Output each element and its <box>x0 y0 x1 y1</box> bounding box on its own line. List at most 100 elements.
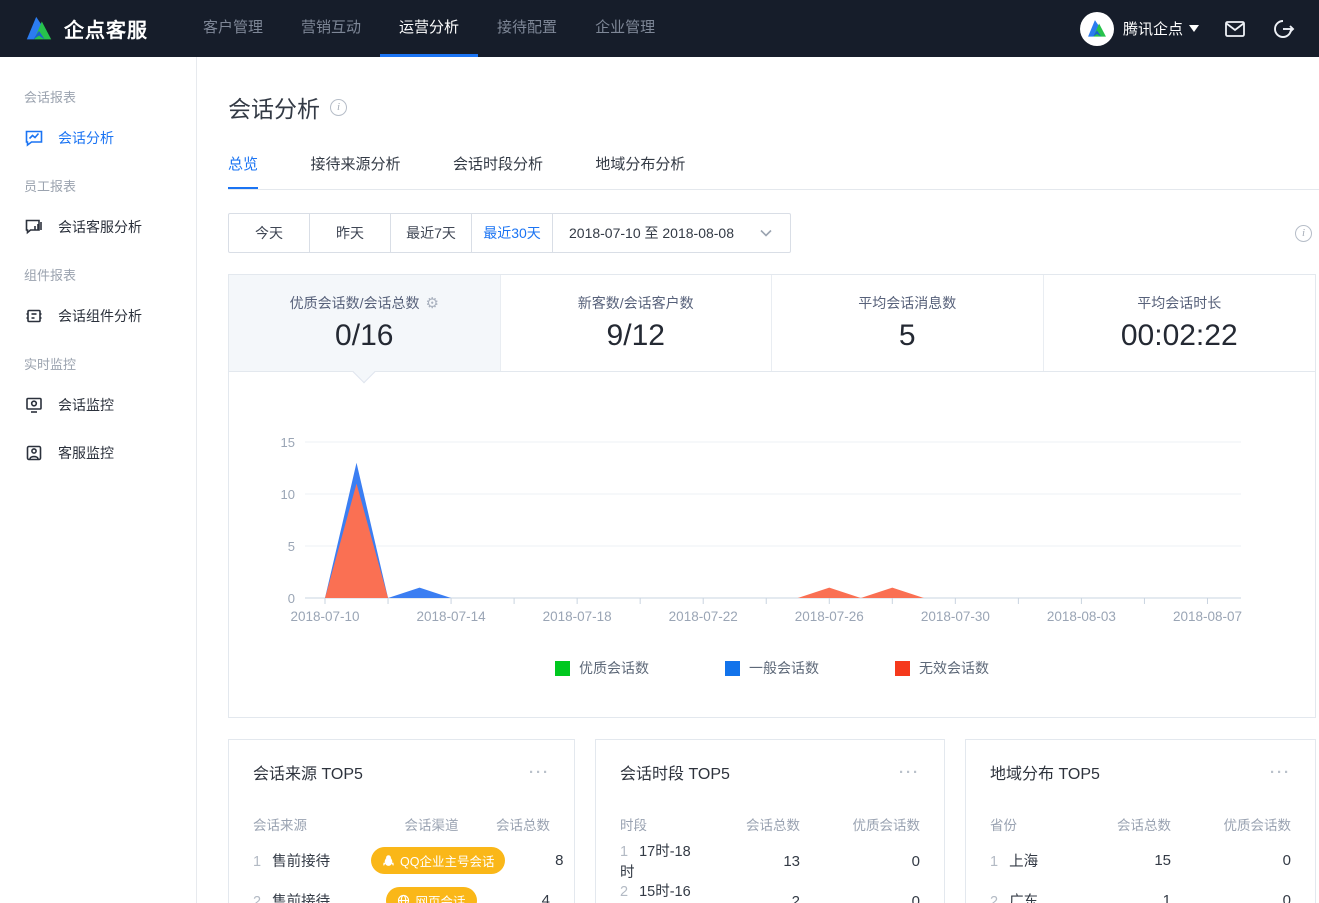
column-header: 会话总数 <box>1063 814 1171 834</box>
sidebar-section-realtime-monitor: 实时监控 <box>24 354 196 373</box>
period: 15时-16时 <box>620 884 691 903</box>
account-name: 腾讯企点 <box>1123 18 1183 39</box>
stat-card-avg-messages[interactable]: 平均会话消息数 5 <box>772 275 1044 371</box>
chevron-down-icon <box>760 229 772 237</box>
sidebar-item-label: 会话组件分析 <box>58 306 142 326</box>
svg-text:2018-07-22: 2018-07-22 <box>669 609 738 624</box>
nav-item-marketing[interactable]: 营销互动 <box>282 0 380 57</box>
legend-label: 优质会话数 <box>579 658 649 678</box>
table-row: 215时-16时 2 0 <box>620 880 920 903</box>
nav-item-reception[interactable]: 接待配置 <box>478 0 576 57</box>
rank: 1 <box>620 844 628 860</box>
rank: 2 <box>620 884 628 900</box>
stat-label: 平均会话时长 <box>1137 293 1221 313</box>
quality-total: 0 <box>1171 852 1291 869</box>
session-total: 4 <box>492 892 550 903</box>
avatar <box>1080 12 1114 46</box>
agent-card-icon <box>24 443 44 463</box>
legend-item[interactable]: 一般会话数 <box>725 658 819 678</box>
stat-value: 5 <box>772 319 1043 353</box>
source-name: 售前接待 <box>272 894 330 903</box>
sidebar-section-session-reports: 会话报表 <box>24 87 196 106</box>
chat-bars-icon <box>24 217 44 237</box>
tab-region-distribution[interactable]: 地域分布分析 <box>595 153 685 189</box>
sidebar-item-label: 会话客服分析 <box>58 217 142 237</box>
tab-overview[interactable]: 总览 <box>228 153 258 189</box>
svg-text:2018-08-03: 2018-08-03 <box>1047 609 1116 624</box>
stat-value: 0/16 <box>229 319 500 353</box>
more-icon[interactable]: ··· <box>899 764 920 781</box>
gear-icon[interactable]: ⚙ <box>425 294 438 312</box>
session-total: 8 <box>505 852 563 869</box>
channel-badge: 网页会话 <box>386 887 476 903</box>
session-trend-chart: 0510152018-07-102018-07-142018-07-182018… <box>229 385 1315 633</box>
nav-item-enterprise[interactable]: 企业管理 <box>576 0 674 57</box>
stat-card-avg-duration[interactable]: 平均会话时长 00:02:22 <box>1044 275 1316 371</box>
legend-item[interactable]: 优质会话数 <box>555 658 649 678</box>
date-range-picker[interactable]: 2018-07-10 至 2018-08-08 <box>553 214 790 252</box>
preset-yesterday[interactable]: 昨天 <box>310 214 391 252</box>
tab-reception-source[interactable]: 接待来源分析 <box>310 153 400 189</box>
sidebar-section-component-reports: 组件报表 <box>24 265 196 284</box>
chart-legend: 优质会话数 一般会话数 无效会话数 <box>229 658 1315 678</box>
session-total: 1 <box>1063 892 1171 903</box>
sidebar-item-component-analysis[interactable]: 会话组件分析 <box>24 292 196 340</box>
stat-card-quality-sessions[interactable]: 优质会话数/会话总数 ⚙ 0/16 <box>229 275 501 371</box>
top5-cards: 会话来源 TOP5 ··· 会话来源 会话渠道 会话总数 1售前接待 <box>228 739 1316 903</box>
quality-total: 0 <box>800 893 920 903</box>
column-header: 会话渠道 <box>371 814 492 834</box>
primary-nav: 客户管理 营销互动 运营分析 接待配置 企业管理 <box>184 0 674 57</box>
svg-text:0: 0 <box>288 591 295 606</box>
legend-swatch <box>555 661 570 676</box>
stat-label: 新客数/会话客户数 <box>578 293 694 313</box>
globe-icon <box>397 894 410 903</box>
quality-total: 0 <box>1171 892 1291 903</box>
legend-item[interactable]: 无效会话数 <box>895 658 989 678</box>
more-icon[interactable]: ··· <box>529 764 550 781</box>
legend-label: 无效会话数 <box>919 658 989 678</box>
stat-card-new-customers[interactable]: 新客数/会话客户数 9/12 <box>501 275 773 371</box>
stat-value: 00:02:22 <box>1044 319 1316 353</box>
column-header: 优质会话数 <box>800 814 920 834</box>
sidebar-item-agent-monitor[interactable]: 客服监控 <box>24 429 196 477</box>
rank: 1 <box>253 854 261 870</box>
more-icon[interactable]: ··· <box>1270 764 1291 781</box>
table-row: 2广东 1 0 <box>990 880 1291 903</box>
nav-item-analytics[interactable]: 运营分析 <box>380 0 478 57</box>
sidebar: 会话报表 会话分析 员工报表 会话客服分析 组件报表 <box>0 57 197 903</box>
svg-text:2018-08-07: 2018-08-07 <box>1173 609 1242 624</box>
filter-info-icon[interactable]: i <box>1295 225 1312 242</box>
trend-panel: 优质会话数/会话总数 ⚙ 0/16 新客数/会话客户数 9/12 平均会话消息数… <box>228 274 1316 718</box>
sidebar-item-label: 会话分析 <box>58 128 114 148</box>
legend-swatch <box>725 661 740 676</box>
date-range-value: 2018-07-10 至 2018-08-08 <box>569 223 734 243</box>
app-logo[interactable]: 企点客服 <box>24 14 148 44</box>
svg-text:2018-07-14: 2018-07-14 <box>417 609 487 624</box>
card-title: 会话时段 TOP5 <box>620 760 730 784</box>
card-region-top5: 地域分布 TOP5 ··· 省份 会话总数 优质会话数 1上海 15 0 <box>965 739 1316 903</box>
nav-item-customer[interactable]: 客户管理 <box>184 0 282 57</box>
mail-icon[interactable] <box>1223 17 1247 41</box>
tab-session-period[interactable]: 会话时段分析 <box>453 153 543 189</box>
column-header: 省份 <box>990 814 1063 834</box>
preset-last30days[interactable]: 最近30天 <box>472 214 553 252</box>
channel-label: 网页会话 <box>415 891 465 903</box>
stat-label: 优质会话数/会话总数 <box>290 293 420 313</box>
channel-badge: QQ企业主号会话 <box>371 847 505 874</box>
legend-swatch <box>895 661 910 676</box>
sidebar-item-agent-analysis[interactable]: 会话客服分析 <box>24 203 196 251</box>
session-total: 13 <box>692 853 800 870</box>
logout-icon[interactable] <box>1271 17 1295 41</box>
sidebar-item-session-analysis[interactable]: 会话分析 <box>24 114 196 162</box>
preset-today[interactable]: 今天 <box>229 214 310 252</box>
page-info-icon[interactable]: i <box>330 99 347 116</box>
preset-last7days[interactable]: 最近7天 <box>391 214 472 252</box>
table-row: 1售前接待 QQ企业主号会话 8 <box>253 840 550 880</box>
card-session-period-top5: 会话时段 TOP5 ··· 时段 会话总数 优质会话数 117时-18时 13 … <box>595 739 945 903</box>
qidian-logo-icon <box>1086 18 1108 40</box>
session-total: 15 <box>1063 852 1171 869</box>
account-menu[interactable]: 腾讯企点 <box>1080 12 1199 46</box>
sidebar-item-session-monitor[interactable]: 会话监控 <box>24 381 196 429</box>
table-row: 2售前接待 网页会话 4 <box>253 880 550 903</box>
table-row: 117时-18时 13 0 <box>620 840 920 880</box>
